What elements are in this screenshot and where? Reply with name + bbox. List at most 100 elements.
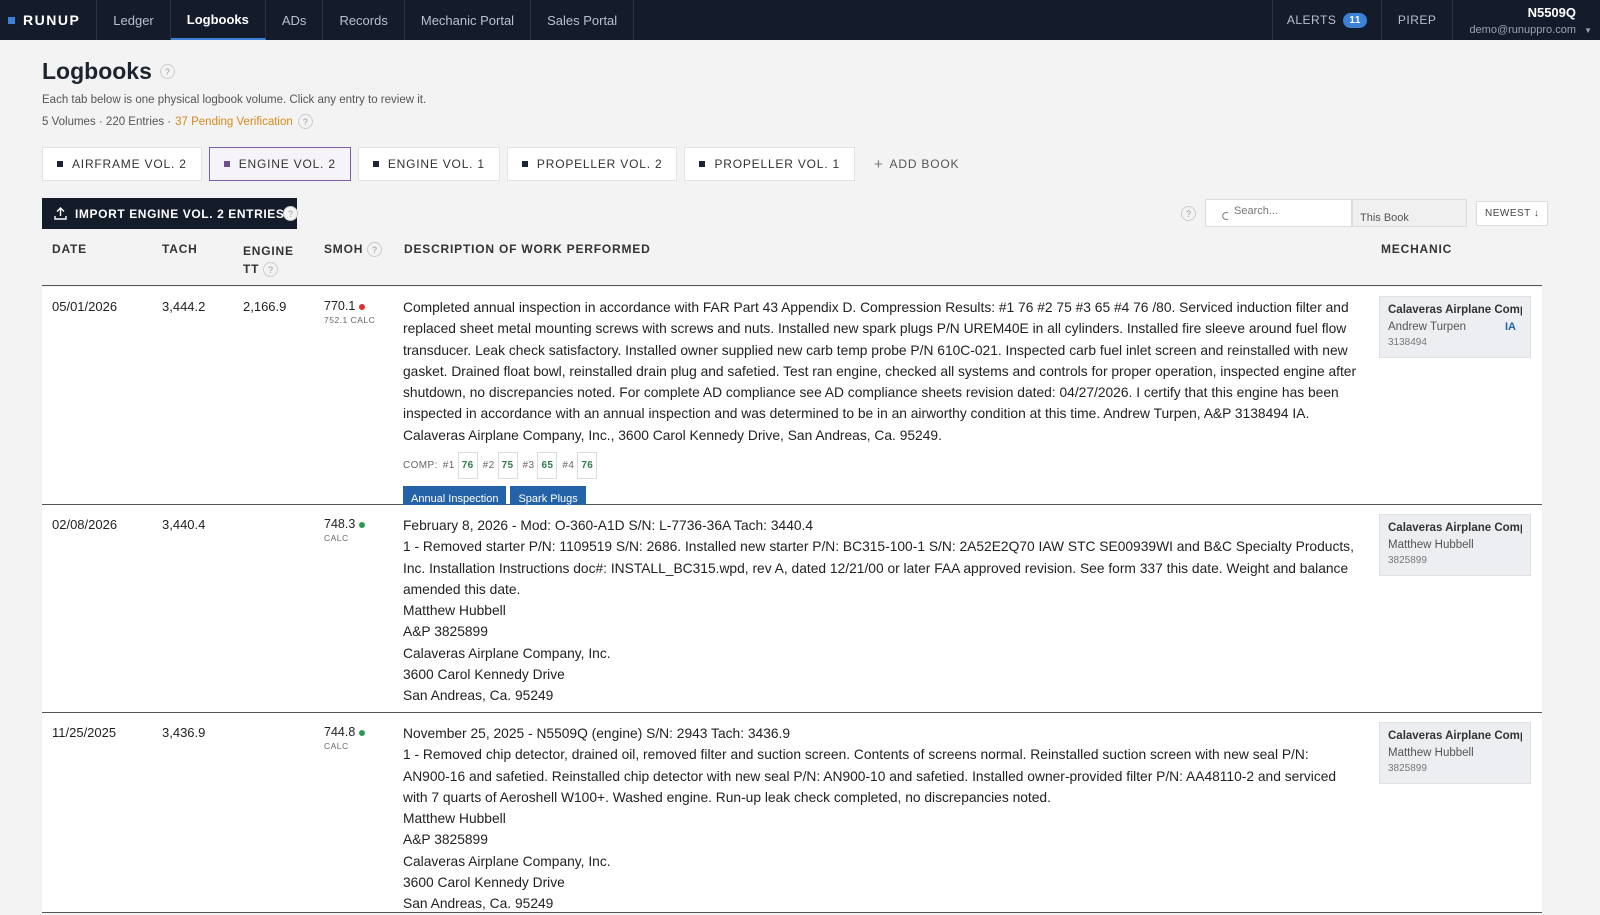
alerts-button[interactable]: ALERTS 11 [1271,0,1381,40]
description-line: Matthew Hubbell [403,811,506,827]
tab-propeller-vol-2[interactable]: PROPELLER VOL. 2 [506,147,678,181]
mechanic-card[interactable]: Calaveras Airplane Company, Inc. Matthew… [1379,722,1531,784]
column-description: DESCRIPTION OF WORK PERFORMED [404,242,651,256]
description-line: 3600 Carol Kennedy Drive [403,667,565,683]
nav-item-ads[interactable]: ADs [266,0,324,40]
tab-label: PROPELLER VOL. 2 [536,157,663,171]
square-icon [521,161,528,167]
import-entries-button[interactable]: IMPORT ENGINE VOL. 2 ENTRIES [42,198,297,229]
column-smoh-label: SMOH [324,242,364,256]
sort-button[interactable]: NEWEST ↓ [1476,201,1549,226]
help-icon[interactable]: ? [283,206,298,221]
column-engine-tt[interactable]: ENGINE TT ? [243,242,313,278]
square-icon [57,161,63,167]
tab-label: PROPELLER VOL. 1 [714,157,840,171]
nav-item-sales-portal[interactable]: Sales Portal [531,0,635,40]
mechanic-name: Andrew Turpen [1388,321,1466,333]
nav-item-mechanic-portal[interactable]: Mechanic Portal [405,0,532,40]
description-line: 1 - Removed chip detector, drained oil, … [403,747,1337,805]
column-smoh[interactable]: SMOH ? [324,242,383,258]
mechanic-company: Calaveras Airplane Company, Inc. [1388,304,1522,316]
description-line: A&P 3825899 [403,832,488,848]
tab-propeller-vol-1[interactable]: PROPELLER VOL. 1 [684,147,855,181]
mechanic-name: Matthew Hubbell [1388,747,1474,759]
add-book-button[interactable]: + ADD BOOK [862,147,971,181]
compression-results: COMP: #1 76 #2 75 #3 65 #4 76 [403,452,1358,480]
help-icon[interactable]: ? [1181,206,1196,221]
search-input[interactable]: Search... [1205,199,1352,227]
compression-value: 65 [537,452,558,480]
table-row[interactable]: 11/25/2025 3,436.9 744.8 CALC November 2… [42,713,1542,913]
caret-down-icon: ▼ [1584,26,1592,35]
smoh-calc: 752.1 CALC [324,315,376,325]
entry-smoh: 748.3 CALC [324,517,366,543]
smoh-value: 748.3 [324,517,356,531]
page-subtitle: Each tab below is one physical logbook v… [42,94,427,106]
mechanic-cert: 3138494 [1388,337,1427,348]
cylinder-label: #1 [442,460,455,472]
description-line: Matthew Hubbell [403,603,506,619]
status-dot-icon [359,521,366,528]
nav-item-ledger[interactable]: Ledger [97,0,171,40]
mechanic-card[interactable]: Calaveras Airplane Company, Inc. Andrew … [1379,296,1531,358]
description-line: A&P 3825899 [403,624,488,640]
pirep-button[interactable]: PIREP [1380,0,1453,40]
entry-description: Completed annual inspection in accordanc… [403,297,1358,514]
column-date[interactable]: DATE [52,242,87,256]
pending-verification-link[interactable]: 37 Pending Verification [175,116,293,128]
description-line: Calaveras Airplane Company, Inc. [403,645,611,661]
column-tach[interactable]: TACH [162,242,198,256]
tab-engine-vol-2[interactable]: ENGINE VOL. 2 [208,147,351,181]
entry-tach: 3,440.4 [162,517,206,532]
mechanic-company: Calaveras Airplane Company, Inc. [1388,522,1522,534]
tab-label: ENGINE VOL. 1 [387,157,485,171]
search-placeholder: Search... [1234,205,1279,217]
account-menu[interactable]: N5509Q demo@runuppro.com ▼ [1452,0,1600,40]
page-title-text: Logbooks [42,58,152,84]
entry-date: 02/08/2026 [52,517,118,532]
square-icon [372,161,379,167]
page-title: Logbooks ? [42,58,175,85]
tab-airframe-vol-2[interactable]: AIRFRAME VOL. 2 [42,147,202,181]
compression-label: COMP: [403,460,438,472]
search-icon [1222,211,1229,221]
ia-badge: IA [1505,321,1516,333]
status-dot-icon [359,729,366,736]
mechanic-card[interactable]: Calaveras Airplane Company, Inc. Matthew… [1379,514,1531,576]
stats-text: 5 Volumes · 220 Entries · [42,115,172,128]
status-dot-icon [359,303,366,310]
search-scope-select[interactable]: This Book [1352,199,1467,227]
entry-description: February 8, 2026 - Mod: O-360-A1D S/N: L… [403,515,1358,707]
table-row[interactable]: 05/01/2026 3,444.2 2,166.9 770.1 752.1 C… [42,287,1542,514]
smoh-calc: CALC [324,741,349,751]
square-icon [699,161,706,167]
entry-description: November 25, 2025 - N5509Q (engine) S/N:… [403,723,1358,915]
description-line: 1 - Removed starter P/N: 1109519 S/N: 26… [403,539,1354,597]
aircraft-tail-number: N5509Q [1527,4,1576,20]
entry-tach: 3,436.9 [162,725,206,740]
compression-value: 76 [577,452,598,480]
help-icon[interactable]: ? [263,262,279,278]
top-nav: RUNUP Ledger Logbooks ADs Records Mechan… [0,0,1600,40]
nav-item-records[interactable]: Records [323,0,405,40]
brand-logo[interactable]: RUNUP [0,0,98,40]
entry-smoh: 770.1 752.1 CALC [324,299,375,325]
tab-engine-vol-1[interactable]: ENGINE VOL. 1 [357,147,500,181]
mechanic-cert: 3825899 [1388,763,1427,774]
help-icon[interactable]: ? [367,242,383,258]
compression-value: 75 [497,452,518,480]
smoh-value: 770.1 [324,299,356,313]
nav-right: ALERTS 11 PIREP N5509Q demo@runuppro.com… [1271,0,1600,40]
cylinder-label: #2 [482,460,495,472]
mechanic-name: Matthew Hubbell [1388,539,1474,551]
brand-mark-icon [8,16,15,24]
plus-icon: + [873,155,884,173]
description-line: November 25, 2025 - N5509Q (engine) S/N:… [403,726,791,741]
table-row[interactable]: 02/08/2026 3,440.4 748.3 CALC February 8… [42,505,1542,713]
logbook-stats: 5 Volumes · 220 Entries · 37 Pending Ver… [42,114,313,129]
help-icon[interactable]: ? [159,64,175,79]
help-icon[interactable]: ? [297,114,313,129]
volume-tabs: AIRFRAME VOL. 2 ENGINE VOL. 2 ENGINE VOL… [42,147,971,181]
nav-item-logbooks[interactable]: Logbooks [170,0,266,40]
smoh-calc: CALC [324,533,349,543]
